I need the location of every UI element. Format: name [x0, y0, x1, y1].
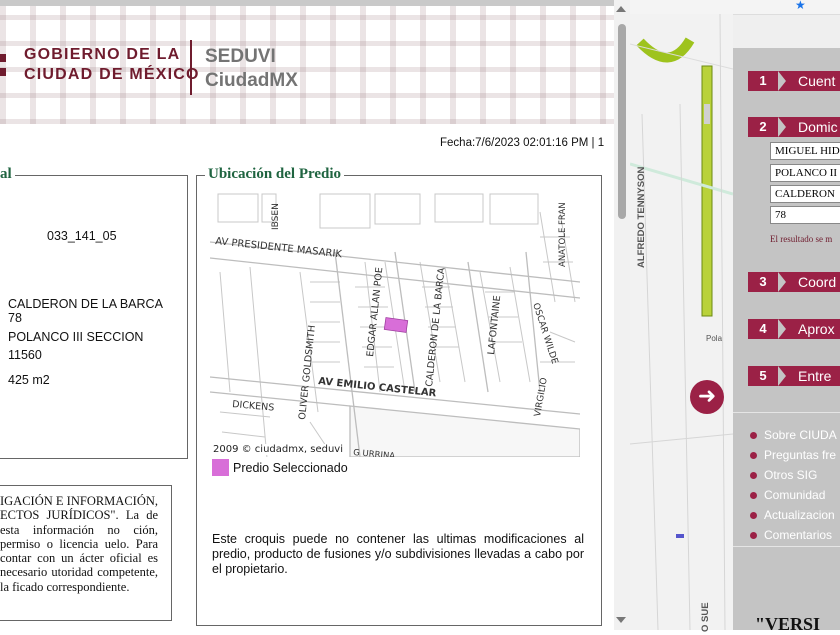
step-coordenadas-label: Coord: [798, 274, 837, 290]
step-domicilio-number: 2: [759, 119, 767, 134]
link-bullet-icon: [750, 432, 757, 439]
popup-window: GOBIERNO DE LA CIUDAD DE MÉXICO SEDUVI C…: [0, 0, 630, 630]
location-map: AV PRESIDENTE MASARIK AV EMILIO CASTELAR…: [210, 192, 580, 457]
link-label: Preguntas fre: [764, 448, 837, 462]
background-map[interactable]: [630, 14, 733, 630]
link-otros-sig[interactable]: Otros SIG: [750, 468, 817, 482]
link-label: Comunidad: [764, 488, 826, 502]
version-text: "VERSI: [755, 614, 821, 634]
government-title-line1: GOBIERNO DE LA: [24, 46, 181, 63]
panel-divider: [733, 412, 840, 413]
step-aproximado-number: 4: [759, 321, 767, 336]
step-coordenadas-arrow-icon: [778, 272, 786, 292]
link-bullet-icon: [750, 532, 757, 539]
step-entre-calles-number: 5: [759, 368, 767, 383]
general-info-legend: al: [0, 166, 15, 183]
ubicacion-legend: Ubicación del Predio: [205, 166, 345, 183]
step-domicilio-arrow-icon: [778, 117, 786, 137]
numero-input[interactable]: 78: [770, 206, 840, 224]
step-domicilio-label: Domic: [798, 119, 838, 135]
bookmark-star-icon[interactable]: ★: [795, 0, 806, 11]
step-aproximado-arrow-icon: [778, 319, 786, 339]
selected-predio-marker: [383, 317, 409, 333]
map-next-arrow-icon[interactable]: ➜: [690, 380, 724, 414]
panel-divider-bottom: [733, 546, 840, 547]
calle-secundaria-input[interactable]: CALDERON: [770, 185, 840, 203]
bg-map-label-pola: Pola: [706, 334, 723, 343]
predio-legend-swatch: [212, 459, 229, 476]
numero-value: 78: [8, 311, 22, 325]
link-actualizaciones[interactable]: Actualizacion: [750, 508, 835, 522]
link-bullet-icon: [750, 512, 757, 519]
link-label: Otros SIG: [764, 468, 818, 482]
link-comunidad[interactable]: Comunidad: [750, 488, 825, 502]
codigo-postal-value: 11560: [8, 348, 42, 362]
link-preguntas-frecuentes[interactable]: Preguntas fre: [750, 448, 836, 462]
link-sobre-ciudadmx[interactable]: Sobre CIUDA: [750, 428, 837, 442]
header-separator: [190, 40, 192, 95]
map-street-ibsen: IBSEN: [271, 203, 281, 230]
general-info-fieldset: [0, 175, 188, 459]
background-browser-bar: [630, 0, 840, 15]
ciudadmx-title: CiudadMX: [205, 70, 298, 91]
link-bullet-icon: [750, 492, 757, 499]
link-bullet-icon: [750, 472, 757, 479]
cuenta-catastral-value: 033_141_05: [47, 229, 117, 243]
step-coordenadas-number: 3: [759, 274, 767, 289]
map-street-anatole: ANATOLE FRAN: [558, 202, 568, 267]
link-label: Comentarios: [764, 528, 833, 542]
link-bullet-icon: [750, 452, 757, 459]
link-comentarios[interactable]: Comentarios: [750, 528, 832, 542]
link-label: Actualizacion: [764, 508, 835, 522]
bg-map-street-sue: O SUE: [700, 602, 711, 632]
colonia-input[interactable]: POLANCO II: [770, 164, 840, 182]
government-title-line2: CIUDAD DE MÉXICO: [24, 66, 200, 83]
scroll-down-arrow-icon[interactable]: [616, 617, 626, 623]
step-entre-calles-label: Entre: [798, 368, 832, 384]
cdmx-logo-icon: [0, 54, 6, 76]
calle-value: CALDERON DE LA BARCA: [8, 297, 163, 311]
predio-legend-label: Predio Seleccionado: [233, 461, 348, 475]
background-map-graphic: [630, 14, 733, 630]
seduvi-title: SEDUVI: [205, 46, 276, 67]
scrollbar-thumb[interactable]: [618, 24, 626, 219]
result-note: El resultado se m: [770, 234, 833, 244]
step-cuenta-arrow-icon: [778, 71, 786, 91]
step-cuenta-label: Cuent: [798, 73, 836, 89]
legal-notice-text: IGACIÓN E INFORMACIÓN, ECTOS JURÍDICOS".…: [0, 494, 158, 594]
bg-map-street-tennyson: ALFREDO TENNYSON: [636, 166, 647, 268]
scroll-up-arrow-icon[interactable]: [616, 6, 626, 12]
map-credit: 2009 © ciudadmx, seduvi: [213, 444, 346, 455]
colonia-value: POLANCO III SECCION: [8, 330, 144, 344]
map-disclaimer: Este croquis puede no contener las ultim…: [212, 532, 584, 576]
step-aproximado-label: Aprox: [798, 321, 835, 337]
header-banner: [0, 6, 614, 124]
step-cuenta-number: 1: [759, 73, 767, 88]
calle-input[interactable]: MIGUEL HID: [770, 142, 840, 160]
superficie-value: 425 m2: [8, 373, 50, 387]
step-entre-calles-arrow-icon: [778, 366, 786, 386]
print-date: Fecha:7/6/2023 02:01:16 PM | 1: [440, 137, 605, 149]
link-label: Sobre CIUDA: [764, 428, 837, 442]
